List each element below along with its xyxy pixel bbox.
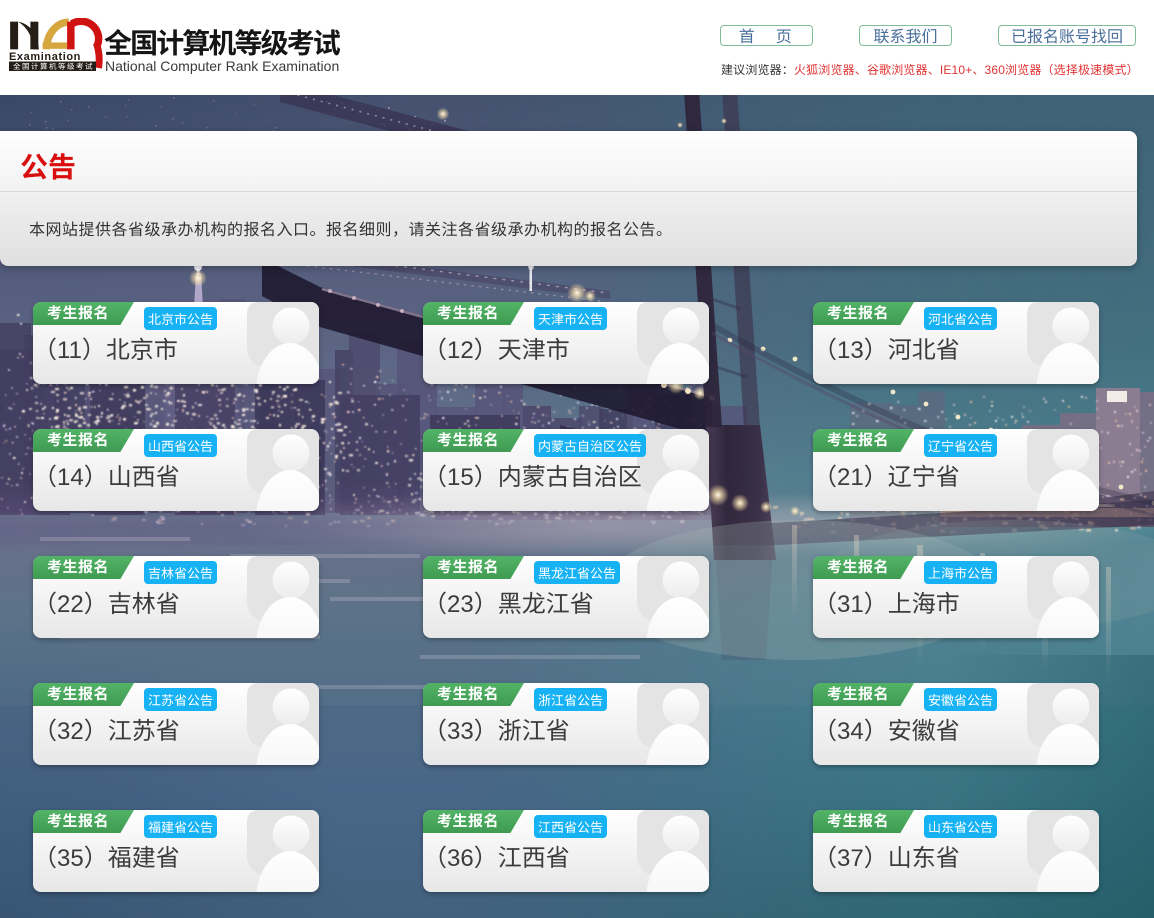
svg-text:全国计算机等级考试: 全国计算机等级考试 (13, 61, 94, 72)
